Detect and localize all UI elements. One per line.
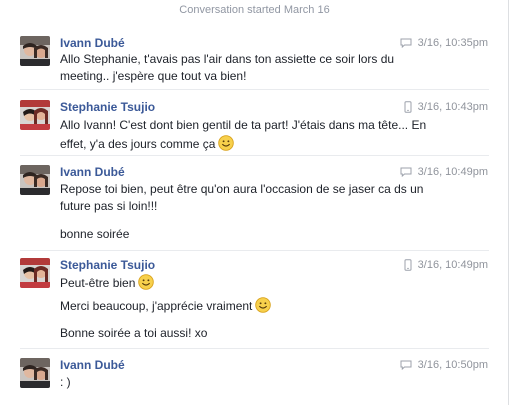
- avatar-ivann-image: [20, 358, 50, 388]
- message-text: Allo Ivann! C'est dont bien gentil de ta…: [60, 118, 427, 132]
- message-divider: [20, 89, 489, 90]
- smiley-icon: [138, 274, 154, 290]
- chat-icon: [400, 167, 412, 177]
- message-divider: [20, 155, 489, 156]
- message-text: bonne soirée: [60, 227, 130, 241]
- message-group: Ivann Dubé 3/16, 10:50pm : ): [0, 358, 509, 402]
- message-text: Repose toi bien, peut être qu'on aura l'…: [60, 182, 424, 196]
- sender-name[interactable]: Stephanie Tsujio: [60, 258, 155, 272]
- message-meta: 3/16, 10:49pm: [404, 259, 488, 271]
- message-timestamp: 3/16, 10:49pm: [417, 259, 488, 271]
- message-text-with-emoji: Peut-être bien: [60, 274, 154, 292]
- avatar-ivann-image: [20, 165, 50, 195]
- avatar[interactable]: [20, 258, 50, 288]
- message-divider: [20, 348, 489, 349]
- sender-name[interactable]: Ivann Dubé: [60, 358, 125, 372]
- sender-name[interactable]: Ivann Dubé: [60, 165, 125, 179]
- message-text: future pas si loin!!!: [60, 199, 158, 213]
- avatar[interactable]: [20, 100, 50, 130]
- smiley-icon: [218, 135, 234, 151]
- sender-name[interactable]: Stephanie Tsujio: [60, 100, 155, 114]
- chat-icon: [400, 38, 412, 48]
- message-timestamp: 3/16, 10:43pm: [417, 101, 488, 113]
- message-text: meeting.. j'espère que tout va bien!: [60, 69, 247, 83]
- message-text: Bonne soirée a toi aussi! xo: [60, 326, 208, 340]
- avatar-stephanie-image: [20, 258, 50, 288]
- message-group: Ivann Dubé 3/16, 10:35pm Allo Stephanie,…: [0, 36, 509, 96]
- message-meta: 3/16, 10:50pm: [400, 359, 488, 371]
- message-text: Allo Stephanie, t'avais pas l'air dans t…: [60, 52, 395, 66]
- avatar[interactable]: [20, 358, 50, 388]
- message-group: Stephanie Tsujio 3/16, 10:43pm Allo Ivan…: [0, 100, 509, 160]
- conversation-start-label: Conversation started March 16: [179, 4, 330, 16]
- mobile-icon: [404, 259, 412, 271]
- message-text-with-emoji: effet, y'a des jours comme ça: [60, 135, 234, 153]
- message-group: Ivann Dubé 3/16, 10:49pm Repose toi bien…: [0, 165, 509, 245]
- message-meta: 3/16, 10:49pm: [400, 166, 488, 178]
- message-timestamp: 3/16, 10:49pm: [417, 166, 488, 178]
- message-group: Stephanie Tsujio 3/16, 10:49pm Peut-être…: [0, 258, 509, 348]
- sender-name[interactable]: Ivann Dubé: [60, 36, 125, 50]
- message-text-with-emoji: Merci beaucoup, j'apprécie vraiment: [60, 297, 271, 315]
- message-meta: 3/16, 10:35pm: [400, 37, 488, 49]
- avatar-stephanie-image: [20, 100, 50, 130]
- message-timestamp: 3/16, 10:50pm: [417, 359, 488, 371]
- avatar-ivann-image: [20, 36, 50, 66]
- mobile-icon: [404, 101, 412, 113]
- message-text: Peut-être bien: [60, 276, 136, 290]
- smiley-icon: [255, 297, 271, 313]
- avatar[interactable]: [20, 165, 50, 195]
- avatar[interactable]: [20, 36, 50, 66]
- chat-icon: [400, 360, 412, 370]
- message-text: effet, y'a des jours comme ça: [60, 137, 216, 151]
- message-timestamp: 3/16, 10:35pm: [417, 37, 488, 49]
- message-text: Merci beaucoup, j'apprécie vraiment: [60, 299, 253, 313]
- message-meta: 3/16, 10:43pm: [404, 101, 488, 113]
- message-text: : ): [60, 375, 71, 389]
- message-divider: [20, 250, 489, 251]
